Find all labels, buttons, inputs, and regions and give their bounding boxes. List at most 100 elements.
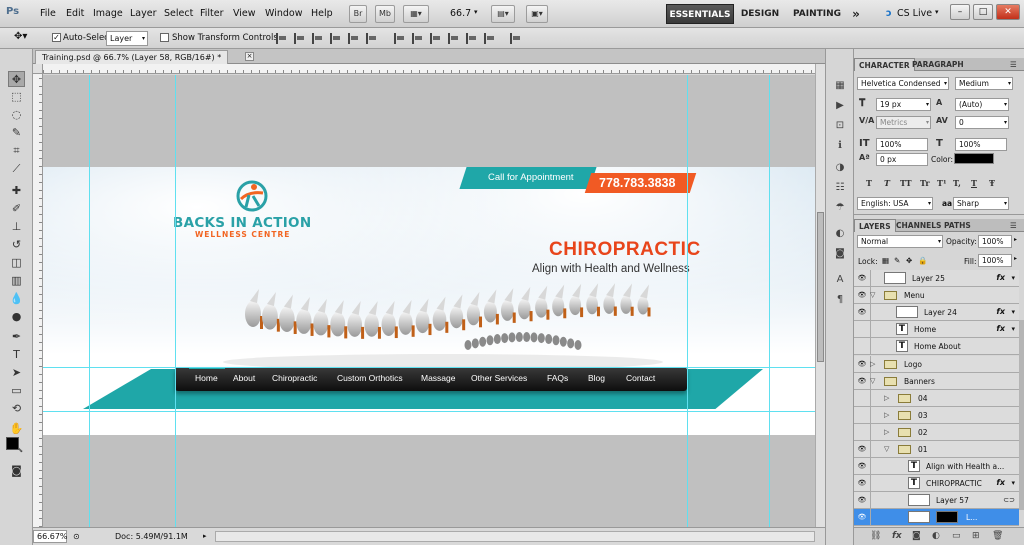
menu-view[interactable]: View: [233, 8, 256, 19]
language-dropdown[interactable]: English: USA ▾: [857, 197, 933, 210]
layer-name[interactable]: 01: [918, 445, 928, 454]
zoom-dropdown-icon[interactable]: ▾: [474, 8, 478, 16]
eyedropper-tool-icon[interactable]: ⟋: [8, 161, 25, 177]
effects-expand-icon[interactable]: ▾: [1011, 479, 1015, 487]
status-info-icon[interactable]: ⊙: [73, 532, 80, 541]
layer-row[interactable]: 👁 T Align with Health a...: [854, 458, 1019, 476]
distribute-vcenter-icon[interactable]: [412, 33, 424, 44]
eraser-tool-icon[interactable]: ◫: [8, 255, 25, 271]
font-size-field[interactable]: 19 px ▾: [876, 98, 931, 111]
close-document-icon[interactable]: ×: [245, 52, 254, 61]
new-group-icon[interactable]: ▭: [952, 531, 961, 541]
menu-image[interactable]: Image: [93, 8, 123, 19]
visibility-eye-icon[interactable]: 👁: [856, 513, 868, 522]
effects-expand-icon[interactable]: ▾: [1011, 325, 1015, 333]
quick-mask-icon[interactable]: ◙: [8, 463, 25, 479]
layer-row[interactable]: 👁 ▽ Menu: [854, 287, 1019, 305]
faux-bold-button[interactable]: T: [866, 178, 872, 188]
layer-name[interactable]: Align with Health a...: [926, 462, 1004, 471]
quick-select-tool-icon[interactable]: ✎: [8, 125, 25, 141]
layer-effects-icon[interactable]: fx: [996, 478, 1005, 487]
color-panel-icon[interactable]: ◑: [833, 161, 847, 174]
expand-arrow-icon[interactable]: ▷: [884, 428, 889, 436]
add-style-icon[interactable]: fx: [892, 531, 902, 541]
layer-name[interactable]: L...: [966, 513, 977, 522]
visibility-eye-icon[interactable]: [856, 394, 868, 403]
nav-about[interactable]: About: [233, 373, 255, 383]
layer-name[interactable]: Menu: [904, 291, 925, 300]
nav-massage[interactable]: Massage: [421, 373, 456, 383]
marquee-tool-icon[interactable]: ⬚: [8, 89, 25, 105]
type-tool-icon[interactable]: T: [8, 347, 25, 363]
3d-rotate-tool-icon[interactable]: ⟲: [8, 401, 25, 417]
transform-controls-checkbox[interactable]: [160, 33, 169, 42]
visibility-eye-icon[interactable]: 👁: [856, 274, 868, 283]
nav-faqs[interactable]: FAQs: [547, 373, 568, 383]
menu-edit[interactable]: Edit: [66, 8, 84, 19]
layer-effects-icon[interactable]: fx: [996, 307, 1005, 316]
workspace-design[interactable]: DESIGN: [738, 4, 782, 24]
layers-menu-icon[interactable]: ☰: [1006, 219, 1021, 232]
layer-row[interactable]: 👁 T CHIROPRACTIC fx ▾: [854, 475, 1019, 493]
blend-mode-dropdown[interactable]: Normal ▾: [857, 235, 943, 248]
visibility-eye-icon[interactable]: 👁: [856, 479, 868, 488]
swatches-panel-icon[interactable]: ☷: [833, 181, 847, 194]
paragraph-panel-icon[interactable]: ¶: [833, 293, 847, 306]
distribute-bottom-icon[interactable]: [430, 33, 442, 44]
baseline-shift-field[interactable]: 0 px: [876, 153, 928, 166]
tab-channels[interactable]: CHANNELS: [892, 219, 945, 232]
horizontal-scrollbar[interactable]: [215, 531, 815, 542]
vertical-ruler[interactable]: [33, 74, 43, 527]
layer-name[interactable]: Home: [914, 325, 936, 334]
layer-row[interactable]: ▷ 03: [854, 406, 1019, 424]
shape-tool-icon[interactable]: ▭: [8, 383, 25, 399]
mask-thumbnail[interactable]: [936, 511, 958, 524]
clone-stamp-tool-icon[interactable]: ⊥: [8, 219, 25, 235]
align-left-icon[interactable]: [330, 33, 342, 44]
layer-name[interactable]: Layer 24: [924, 308, 957, 317]
status-menu-icon[interactable]: ▸: [203, 532, 207, 540]
collapse-arrow-icon[interactable]: ▽: [884, 445, 889, 453]
visibility-eye-icon[interactable]: 👁: [856, 308, 868, 317]
masks-panel-icon[interactable]: ◙: [833, 247, 847, 260]
guide-horizontal[interactable]: [43, 367, 815, 368]
nav-other-services[interactable]: Other Services: [471, 373, 527, 383]
panel-menu-icon[interactable]: ☰: [1006, 58, 1021, 71]
layer-row[interactable]: ▷ 02: [854, 423, 1019, 441]
visibility-eye-icon[interactable]: 👁: [856, 377, 868, 386]
menu-select[interactable]: Select: [164, 8, 193, 19]
fill-slider-icon[interactable]: ▸: [1014, 255, 1017, 262]
menu-help[interactable]: Help: [311, 8, 333, 19]
layer-thumbnail[interactable]: [908, 511, 930, 524]
nav-contact[interactable]: Contact: [626, 373, 655, 383]
layer-row[interactable]: T Home About: [854, 338, 1019, 356]
kerning-field[interactable]: Metrics ▾: [876, 116, 931, 129]
align-bottom-icon[interactable]: [312, 33, 324, 44]
layer-row[interactable]: ▷ 04: [854, 389, 1019, 407]
guide-vertical[interactable]: [89, 75, 90, 527]
more-workspaces-button[interactable]: »: [848, 4, 864, 24]
font-style-dropdown[interactable]: Medium ▾: [955, 77, 1013, 90]
layer-name[interactable]: Logo: [904, 360, 922, 369]
text-color-swatch[interactable]: [954, 153, 994, 164]
history-panel-icon[interactable]: ▦: [833, 79, 847, 92]
all-caps-button[interactable]: TT: [900, 178, 912, 188]
tab-paragraph[interactable]: PARAGRAPH: [908, 58, 968, 71]
layer-name[interactable]: 04: [918, 394, 928, 403]
mini-bridge-button[interactable]: Mb: [375, 5, 395, 23]
opacity-slider-icon[interactable]: ▸: [1014, 236, 1017, 243]
align-hcenter-icon[interactable]: [348, 33, 360, 44]
adjustments-panel-icon[interactable]: ◐: [833, 227, 847, 240]
workspace-essentials[interactable]: ESSENTIALS: [666, 4, 734, 24]
scroll-thumb[interactable]: [817, 212, 824, 362]
history-brush-tool-icon[interactable]: ↺: [8, 237, 25, 253]
move-tool-preset-icon[interactable]: ✥▾: [14, 31, 27, 42]
expand-arrow-icon[interactable]: ▷: [884, 411, 889, 419]
status-zoom-field[interactable]: 66.67%: [33, 530, 68, 543]
layer-name[interactable]: 02: [918, 428, 928, 437]
distribute-left-icon[interactable]: [448, 33, 460, 44]
visibility-eye-icon[interactable]: 👁: [856, 291, 868, 300]
visibility-eye-icon[interactable]: 👁: [856, 496, 868, 505]
delete-layer-icon[interactable]: 🗑: [992, 531, 1003, 541]
lock-position-icon[interactable]: ✥: [906, 256, 912, 265]
